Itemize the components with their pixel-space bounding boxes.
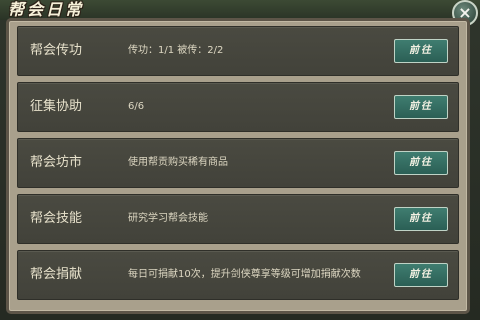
go-button[interactable]: 前往 [394,95,448,119]
guild-daily-panel: 帮会传功 传功：1/1 被传：2/2 前往 征集协助 6/6 前往 帮会坊市 使… [6,18,470,314]
task-list: 帮会传功 传功：1/1 被传：2/2 前往 征集协助 6/6 前往 帮会坊市 使… [17,26,459,306]
go-button[interactable]: 前往 [394,151,448,175]
task-row-guild-transfer: 帮会传功 传功：1/1 被传：2/2 前往 [17,26,459,76]
task-row-guild-skill: 帮会技能 研究学习帮会技能 前往 [17,194,459,244]
task-name: 帮会技能 [30,211,83,226]
task-desc: 使用帮贡购买稀有商品 [128,157,228,168]
task-desc: 传功：1/1 被传：2/2 [128,45,224,56]
task-name: 征集协助 [30,99,83,114]
go-button[interactable]: 前往 [394,39,448,63]
task-desc: 6/6 [128,101,145,112]
task-name: 帮会传功 [30,43,83,58]
task-row-guild-market: 帮会坊市 使用帮贡购买稀有商品 前往 [17,138,459,188]
go-button[interactable]: 前往 [394,207,448,231]
game-screen: 帮会日常 × 帮会传功 传功：1/1 被传：2/2 前往 征集协助 6/6 前往… [0,0,480,320]
task-row-collect-assist: 征集协助 6/6 前往 [17,82,459,132]
window-title: 帮会日常 [8,0,85,19]
task-name: 帮会捐献 [30,267,83,282]
task-name: 帮会坊市 [30,155,83,170]
task-desc: 每日可捐献10次，提升剑侠尊享等级可增加捐献次数 [128,269,361,280]
title-bar: 帮会日常 [0,0,480,20]
task-desc: 研究学习帮会技能 [128,213,208,224]
go-button[interactable]: 前往 [394,263,448,287]
task-row-guild-donate: 帮会捐献 每日可捐献10次，提升剑侠尊享等级可增加捐献次数 前往 [17,250,459,300]
